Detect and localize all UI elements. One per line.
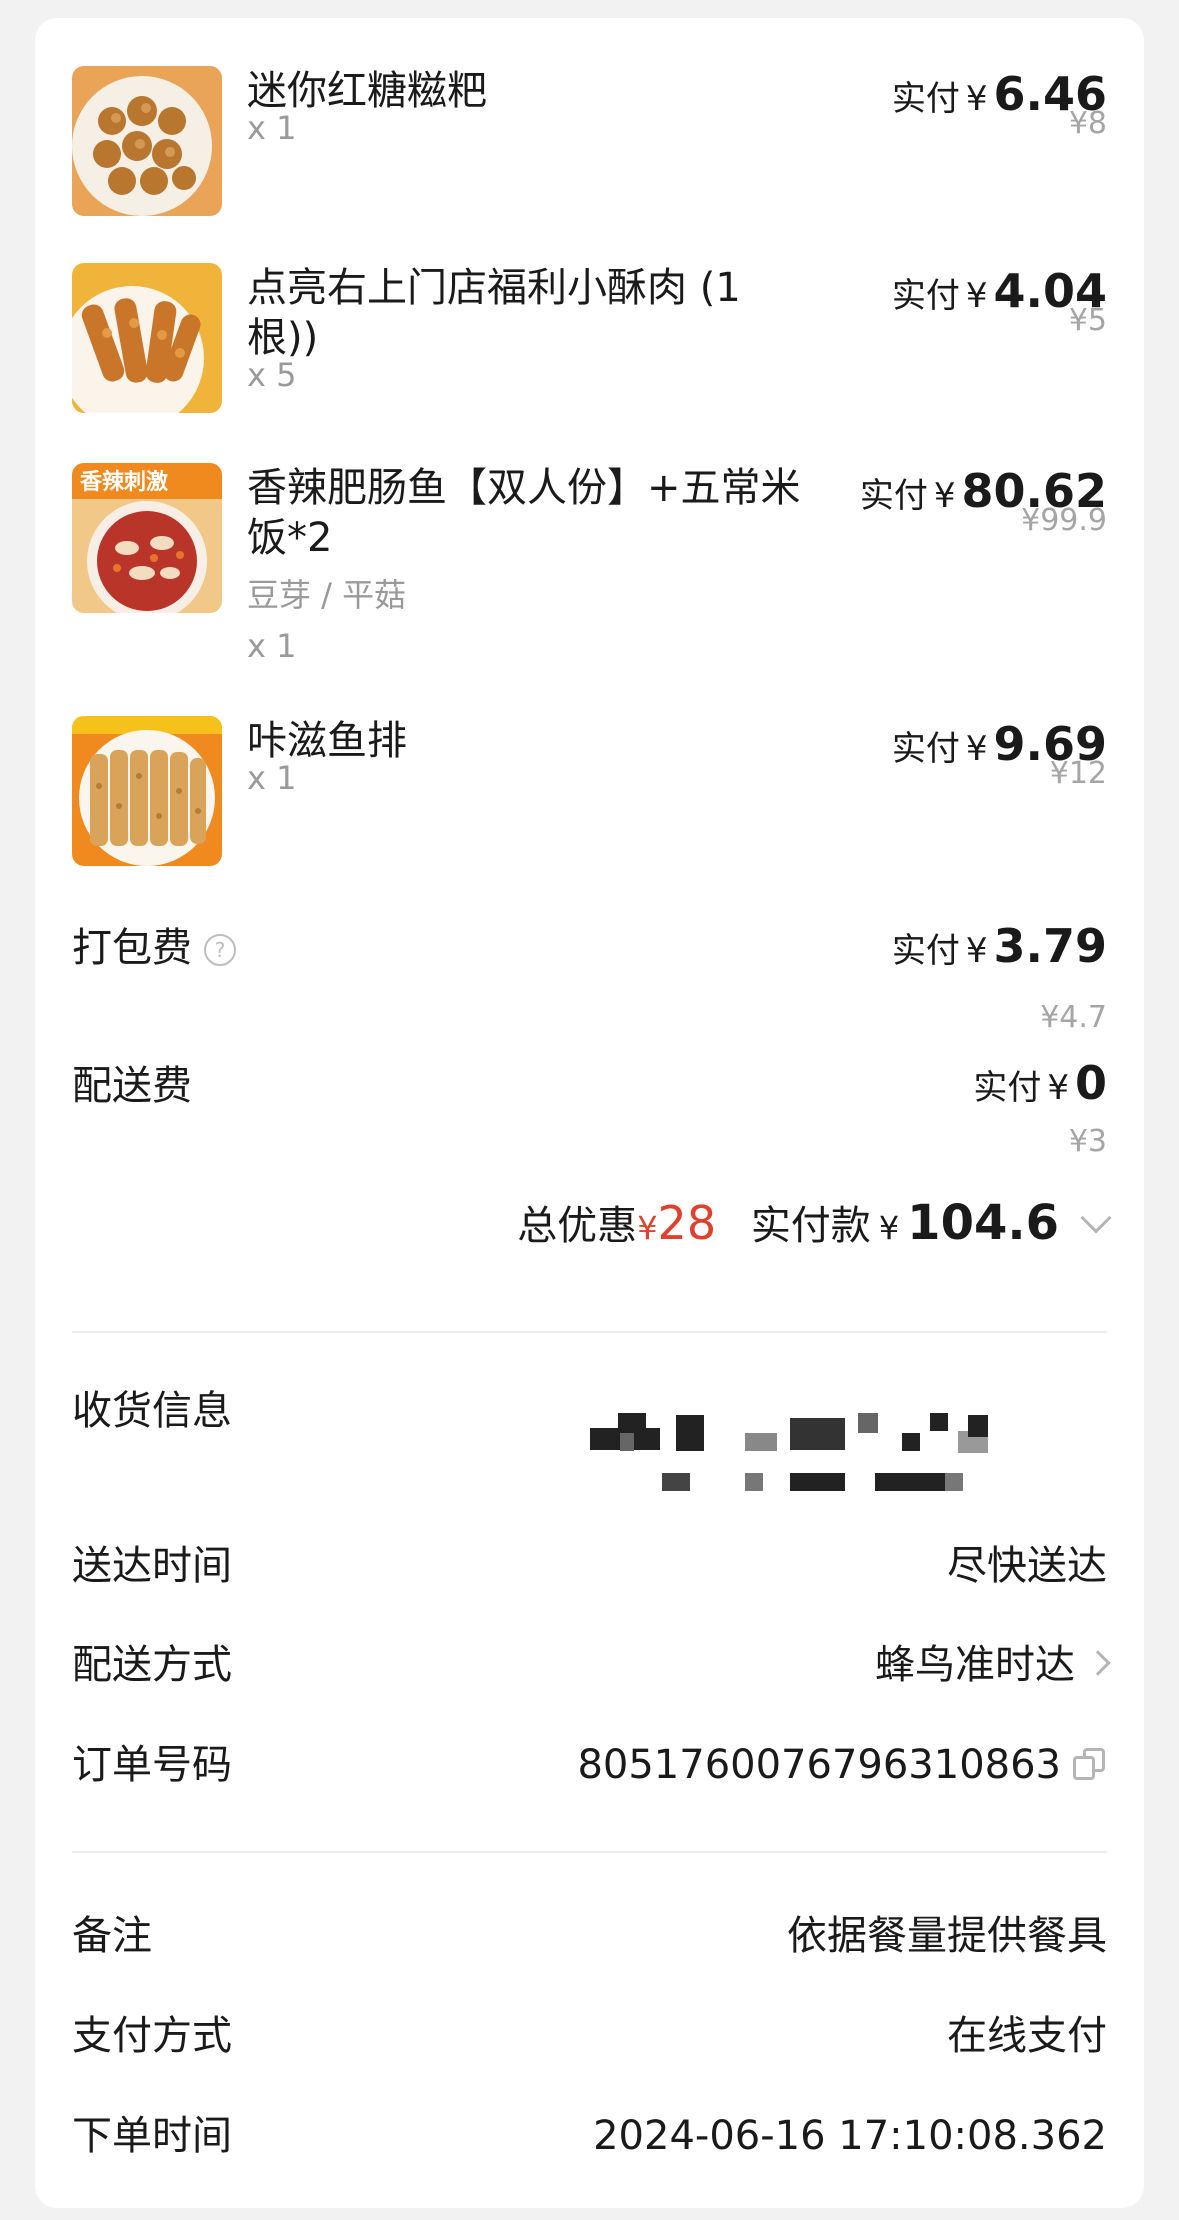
item-quantity: x 5 (247, 356, 297, 394)
item-image (72, 66, 222, 216)
currency-symbol: ¥ (965, 729, 988, 769)
currency-symbol: ¥ (965, 931, 988, 971)
currency-symbol: ¥ (965, 79, 988, 119)
currency-symbol: ¥ (1047, 1068, 1069, 1108)
order-item[interactable]: 迷你红糖糍粑 x 1 实付 ¥6.46 ¥8 (72, 66, 1107, 216)
paid-amount: 0 (1074, 1056, 1107, 1110)
item-image: 香辣刺激 (72, 463, 222, 613)
packing-fee-label: 打包费? (72, 923, 236, 973)
payment-method-label: 支付方式 (72, 2013, 232, 2059)
item-name: 迷你红糖糍粑 (247, 68, 487, 114)
order-time-value: 2024-06-16 17:10:08.362 (593, 2113, 1107, 2159)
remark-value: 依据餐量提供餐具 (787, 1913, 1107, 1959)
packing-fee-original: ¥4.7 (1040, 1000, 1107, 1035)
order-item[interactable]: 咔滋鱼排 x 1 实付 ¥9.69 ¥12 (72, 716, 1107, 866)
item-original-price: ¥99.9 (1021, 503, 1107, 538)
order-time-label: 下单时间 (72, 2113, 232, 2159)
discount-value: 28 (657, 1196, 717, 1250)
discount-amount: ¥28 (637, 1196, 716, 1250)
item-quantity: x 1 (247, 109, 297, 147)
remark-label: 备注 (72, 1913, 152, 1959)
order-item[interactable]: 点亮右上门店福利小酥肉 (1根)) x 5 实付 ¥4.04 ¥5 (72, 263, 1107, 413)
discount-label: 总优惠 (517, 1203, 638, 1249)
redacted-address (590, 1413, 1150, 1523)
paid-label: 实付 (891, 729, 960, 769)
item-original-price: ¥5 (1068, 303, 1107, 338)
delivery-method-label: 配送方式 (72, 1642, 232, 1688)
total-currency: ¥ (878, 1209, 900, 1247)
delivery-method-value[interactable]: 蜂鸟准时达 (875, 1640, 1111, 1690)
order-number-value: 8051760076796310863 (577, 1740, 1107, 1790)
paid-label: 实付 (973, 1068, 1042, 1108)
packing-fee-text: 打包费 (72, 925, 192, 971)
discount-currency: ¥ (637, 1209, 658, 1247)
copy-icon[interactable] (1073, 1748, 1107, 1782)
currency-symbol: ¥ (933, 476, 956, 516)
delivery-method-text: 蜂鸟准时达 (875, 1642, 1075, 1688)
paid-label: 实付 (891, 276, 960, 316)
order-item[interactable]: 香辣刺激 香辣肥肠鱼【双人份】+五常米饭*2 豆芽 / 平菇 x 1 实付 ¥80… (72, 463, 1107, 665)
item-image (72, 716, 222, 866)
chevron-down-icon[interactable] (1080, 1202, 1112, 1234)
order-detail-card: 迷你红糖糍粑 x 1 实付 ¥6.46 ¥8 点亮右上门店福利小酥肉 (1根))… (35, 18, 1144, 2208)
paid-amount: 3.79 (993, 919, 1108, 973)
delivery-time-value: 尽快送达 (947, 1543, 1107, 1589)
total-value: 104.6 (907, 1195, 1059, 1251)
paid-label: 实付 (859, 476, 928, 516)
total-label: 实付款 (750, 1203, 871, 1249)
address-label: 收货信息 (72, 1388, 232, 1434)
packing-fee-price: 实付 ¥3.79 (892, 918, 1107, 979)
delivery-fee-price: 实付 ¥0 (973, 1055, 1107, 1116)
order-number-label: 订单号码 (72, 1742, 232, 1788)
chevron-right-icon (1085, 1650, 1111, 1676)
delivery-fee-original: ¥3 (1068, 1124, 1107, 1159)
question-circle-icon[interactable]: ? (204, 934, 236, 966)
item-image (72, 263, 222, 413)
item-original-price: ¥12 (1049, 756, 1107, 791)
payment-method-value: 在线支付 (947, 2013, 1107, 2059)
divider (72, 1851, 1107, 1853)
item-name: 咔滋鱼排 (247, 718, 407, 764)
item-spec: 豆芽 / 平菇 (247, 576, 407, 614)
item-quantity: x 1 (247, 759, 297, 797)
order-number-text: 8051760076796310863 (577, 1742, 1061, 1788)
paid-label: 实付 (891, 931, 960, 971)
item-name: 点亮右上门店福利小酥肉 (1根)) (247, 265, 741, 361)
badge-text: 香辣刺激 (80, 469, 168, 495)
item-name: 香辣肥肠鱼【双人份】+五常米饭*2 (247, 465, 801, 561)
paid-label: 实付 (891, 79, 960, 119)
divider (72, 1331, 1107, 1333)
delivery-time-label: 送达时间 (72, 1543, 232, 1589)
delivery-fee-label: 配送费 (72, 1063, 192, 1109)
item-quantity: x 1 (247, 627, 297, 665)
item-original-price: ¥8 (1068, 106, 1107, 141)
currency-symbol: ¥ (965, 276, 988, 316)
order-total-summary[interactable]: 总优惠¥28 实付款 ¥104.6 (517, 1193, 1112, 1258)
